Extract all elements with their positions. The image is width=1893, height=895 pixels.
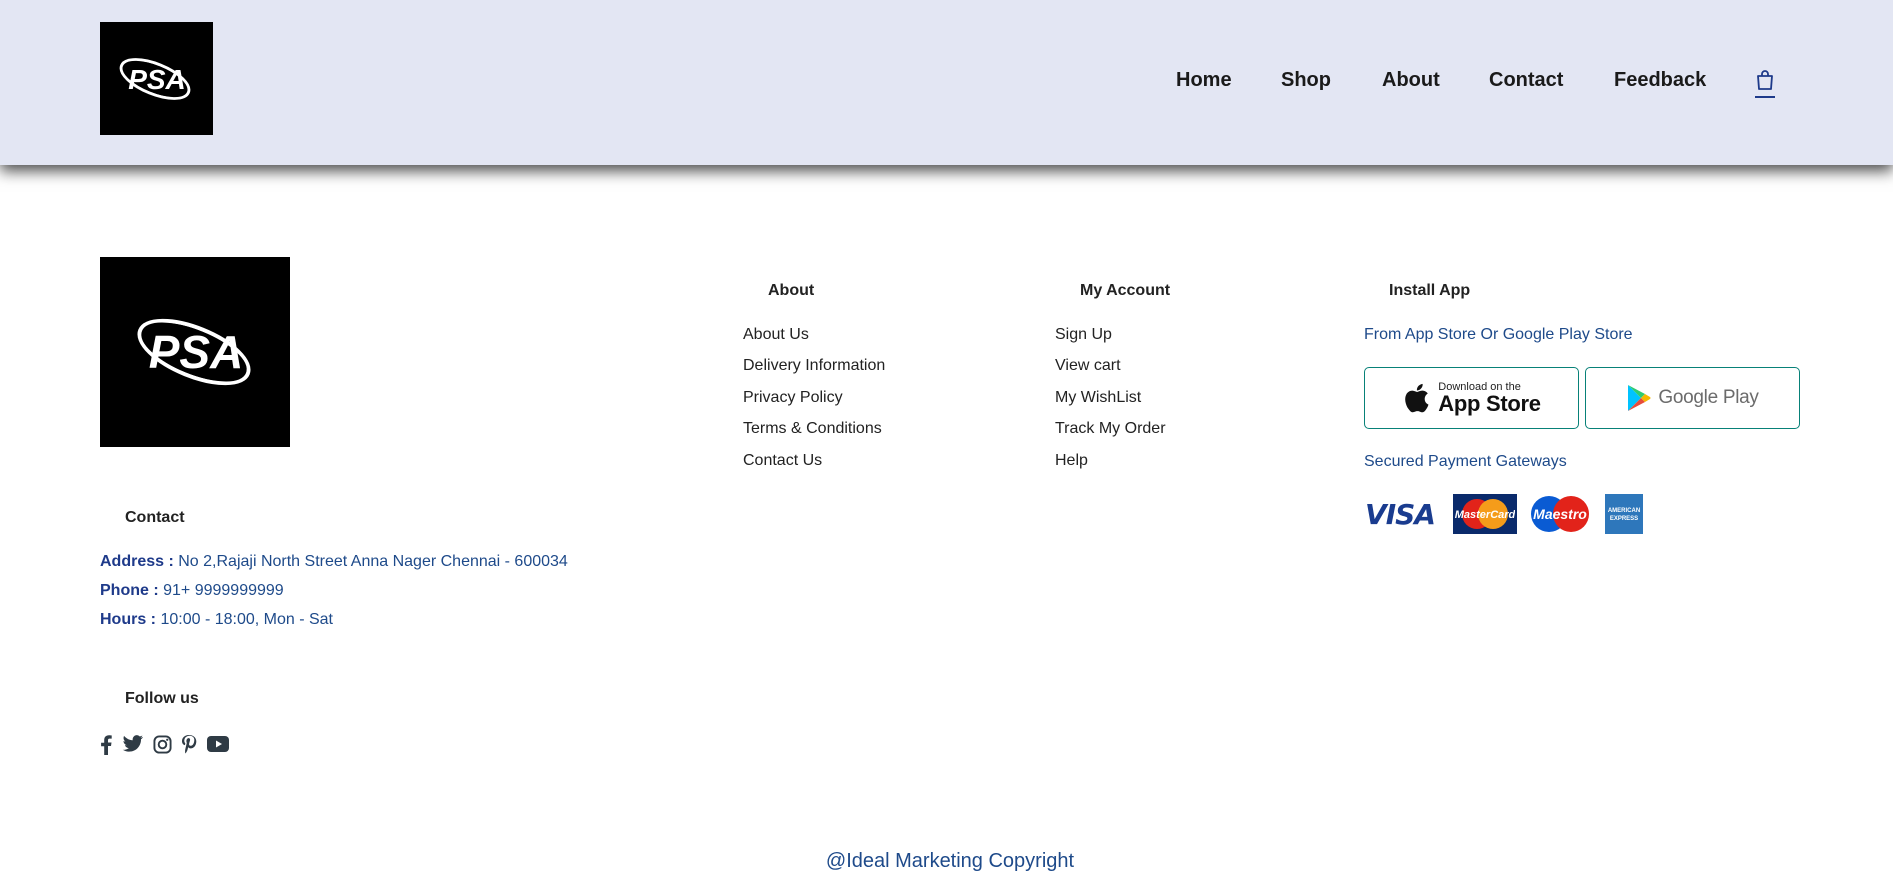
cart-button[interactable] [1753, 68, 1777, 100]
phone-value: 91+ 9999999999 [163, 582, 284, 599]
wishlist-link[interactable]: My WishList [1055, 389, 1141, 407]
follow-title: Follow us [125, 690, 199, 707]
instagram-icon[interactable] [153, 732, 172, 756]
hours-line: Hours : 10:00 - 18:00, Mon - Sat [100, 611, 333, 629]
about-title: About [768, 282, 815, 299]
nav-home[interactable]: Home [1176, 66, 1232, 94]
google-play-button[interactable]: Google Play [1585, 367, 1800, 429]
twitter-icon[interactable] [122, 732, 144, 756]
copyright: @Ideal Marketing Copyright [825, 850, 1075, 872]
sign-up-link[interactable]: Sign Up [1055, 326, 1112, 344]
nav-about[interactable]: About [1382, 66, 1440, 94]
google-play-icon [1628, 385, 1651, 411]
app-store-text: Download on the App Store [1438, 381, 1541, 416]
nav-feedback[interactable]: Feedback [1614, 66, 1706, 94]
apple-icon [1405, 383, 1429, 413]
visa-icon: VISA [1365, 497, 1436, 531]
terms-link[interactable]: Terms & Conditions [743, 420, 882, 438]
contact-title: Contact [125, 509, 185, 526]
track-order-link[interactable]: Track My Order [1055, 420, 1166, 438]
contact-us-link[interactable]: Contact Us [743, 452, 822, 470]
active-underline [1755, 96, 1775, 98]
pinterest-icon[interactable] [181, 732, 197, 756]
svg-text:EXPRESS: EXPRESS [1610, 516, 1638, 522]
privacy-policy-link[interactable]: Privacy Policy [743, 389, 843, 407]
payments-title: Secured Payment Gateways [1364, 453, 1567, 470]
svg-text:PSA: PSA [128, 64, 186, 95]
address-line: Address : No 2,Rajaji North Street Anna … [100, 553, 568, 571]
nav-shop[interactable]: Shop [1281, 66, 1331, 94]
delivery-info-link[interactable]: Delivery Information [743, 357, 885, 375]
my-account-title: My Account [1080, 282, 1171, 299]
mastercard-icon: MasterCard [1453, 494, 1517, 534]
youtube-icon[interactable] [207, 732, 229, 756]
footer-logo[interactable]: PSA [100, 257, 290, 447]
app-store-button[interactable]: Download on the App Store [1364, 367, 1579, 429]
psa-logo-icon: PSA [137, 318, 251, 386]
address-label: Address : [100, 553, 174, 570]
svg-text:Maestro: Maestro [1533, 506, 1587, 522]
header-logo[interactable]: PSA [100, 22, 213, 135]
google-play-label: Google Play [1658, 387, 1759, 408]
amex-icon: AMERICAN EXPRESS [1605, 494, 1643, 534]
help-link[interactable]: Help [1055, 452, 1088, 470]
about-us-link[interactable]: About Us [743, 326, 809, 344]
view-cart-link[interactable]: View cart [1055, 357, 1121, 375]
hours-label: Hours : [100, 611, 156, 628]
install-app-title: Install App [1389, 282, 1471, 299]
svg-text:MasterCard: MasterCard [1455, 509, 1515, 521]
install-subtitle: From App Store Or Google Play Store [1364, 326, 1633, 343]
hours-value: 10:00 - 18:00, Mon - Sat [160, 611, 333, 628]
phone-line: Phone : 91+ 9999999999 [100, 582, 284, 600]
facebook-icon[interactable] [100, 732, 112, 756]
nav-contact[interactable]: Contact [1489, 66, 1563, 94]
maestro-icon: Maestro [1527, 494, 1593, 534]
svg-text:AMERICAN: AMERICAN [1608, 508, 1640, 514]
address-value: No 2,Rajaji North Street Anna Nager Chen… [178, 553, 568, 570]
app-store-label: App Store [1438, 390, 1541, 416]
shopping-bag-icon [1757, 70, 1773, 90]
svg-text:PSA: PSA [149, 326, 244, 378]
phone-label: Phone : [100, 582, 159, 599]
psa-logo-icon: PSA [119, 57, 190, 100]
site-header: PSA Home Shop About Contact Feedback [0, 0, 1893, 165]
